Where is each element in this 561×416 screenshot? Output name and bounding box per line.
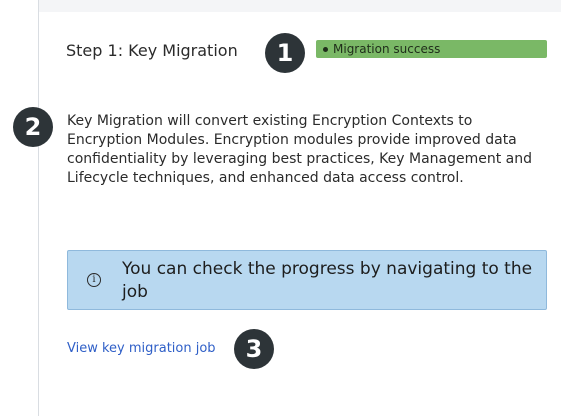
step-title: Step 1: Key Migration	[66, 41, 238, 60]
status-badge: Migration success	[316, 40, 547, 58]
status-dot-icon	[323, 46, 328, 52]
description-text: Key Migration will convert existing Encr…	[67, 113, 533, 186]
info-icon: i	[87, 273, 101, 287]
status-label: Migration success	[333, 42, 441, 56]
callout-badge-3: 3	[234, 329, 274, 369]
info-message: You can check the progress by navigating…	[122, 259, 533, 302]
info-banner: i You can check the progress by navigati…	[67, 250, 547, 310]
screen: Step 1: Key Migration 1 Migration succes…	[0, 0, 561, 416]
view-migration-job-link[interactable]: View key migration job	[67, 341, 216, 356]
callout-badge-1: 1	[265, 33, 305, 73]
callout-badge-2: 2	[13, 107, 53, 147]
panel-top-shade	[39, 0, 561, 12]
